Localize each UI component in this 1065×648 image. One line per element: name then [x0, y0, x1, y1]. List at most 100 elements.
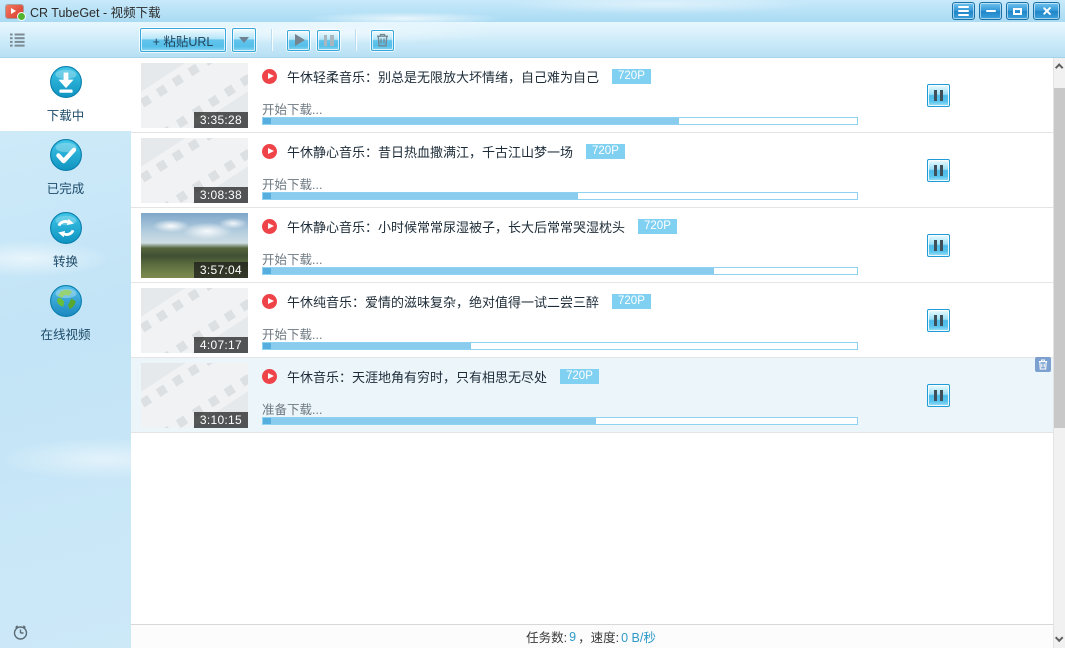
download-info: 午休纯音乐：爱情的滋味复杂，绝对值得一试二尝三醉 720P 开始下载...: [262, 283, 858, 357]
task-list-icon[interactable]: [10, 33, 25, 47]
progress-bar: [262, 267, 858, 275]
video-title: 午休音乐：天涯地角有穷时，只有相思无尽处: [287, 367, 547, 386]
download-row[interactable]: 3:35:28 午休轻柔音乐：别总是无限放大坏情绪，自己难为自己 720P 开始…: [131, 58, 1053, 133]
title-line: 午休静心音乐：小时候常常尿湿被子，长大后常常哭湿枕头 720P: [262, 217, 858, 235]
chevron-down-icon: [239, 37, 249, 43]
video-title: 午休纯音乐：爱情的滋味复杂，绝对值得一试二尝三醉: [287, 292, 599, 311]
duration-badge: 3:57:04: [194, 262, 248, 278]
delete-task-button[interactable]: [1035, 357, 1051, 372]
download-info: 午休音乐：天涯地角有穷时，只有相思无尽处 720P 准备下载...: [262, 358, 858, 432]
sidebar-item-convert[interactable]: 转换: [0, 204, 131, 277]
sidebar-item-label: 已完成: [47, 178, 85, 197]
scroll-up-arrow[interactable]: [1054, 58, 1065, 74]
app-window: CR TubeGet - 视频下载: [0, 0, 1065, 648]
paste-url-button[interactable]: + 粘贴URL: [140, 28, 226, 52]
video-thumbnail: 3:08:38: [141, 138, 248, 203]
pause-button[interactable]: [927, 309, 950, 332]
paste-url-dropdown[interactable]: [232, 28, 256, 52]
window-menu-button[interactable]: [952, 2, 975, 20]
download-status: 准备下载...: [262, 399, 858, 414]
main-panel: 3:35:28 午休轻柔音乐：别总是无限放大坏情绪，自己难为自己 720P 开始…: [131, 58, 1053, 648]
download-row[interactable]: 4:07:17 午休纯音乐：爱情的滋味复杂，绝对值得一试二尝三醉 720P 开始…: [131, 283, 1053, 358]
sidebar-item-label: 在线视频: [40, 324, 90, 343]
tasks-label: 任务数:: [526, 627, 567, 646]
video-thumbnail: 4:07:17: [141, 288, 248, 353]
duration-badge: 3:35:28: [194, 112, 248, 128]
task-count: 9: [569, 630, 576, 644]
toolbar-divider: [355, 29, 356, 51]
maximize-button[interactable]: [1006, 2, 1029, 20]
window-title: CR TubeGet - 视频下载: [30, 2, 161, 21]
trash-icon: [1038, 359, 1048, 370]
progress-fill: [263, 118, 679, 124]
download-circle-icon: [49, 65, 83, 99]
video-thumbnail: 3:35:28: [141, 63, 248, 128]
window-controls: [952, 2, 1060, 20]
download-info: 午休静心音乐：昔日热血撒满江，千古江山梦一场 720P 开始下载...: [262, 133, 858, 207]
sidebar-item-label: 转换: [53, 251, 78, 270]
title-line: 午休音乐：天涯地角有穷时，只有相思无尽处 720P: [262, 367, 858, 385]
video-thumbnail: 3:10:15: [141, 363, 248, 428]
pause-button[interactable]: [927, 384, 950, 407]
progress-fill: [263, 193, 578, 199]
video-title: 午休静心音乐：昔日热血撒满江，千古江山梦一场: [287, 142, 573, 161]
red-play-badge-icon: [262, 369, 277, 384]
pause-button[interactable]: [927, 84, 950, 107]
scroll-down-arrow[interactable]: [1054, 632, 1065, 648]
pause-button[interactable]: [927, 159, 950, 182]
convert-arrows-icon: [49, 211, 83, 245]
minimize-button[interactable]: [979, 2, 1002, 20]
download-row[interactable]: 3:57:04 午休静心音乐：小时候常常尿湿被子，长大后常常哭湿枕头 720P …: [131, 208, 1053, 283]
quality-badge: 720P: [586, 144, 625, 159]
pause-icon: [324, 35, 334, 46]
quality-badge: 720P: [638, 219, 677, 234]
check-circle-icon: [49, 138, 83, 172]
progress-fill: [263, 418, 596, 424]
download-status: 开始下载...: [262, 249, 858, 264]
red-play-badge-icon: [262, 219, 277, 234]
close-button[interactable]: [1033, 2, 1060, 20]
download-status: 开始下载...: [262, 324, 858, 339]
download-row[interactable]: 3:10:15 午休音乐：天涯地角有穷时，只有相思无尽处 720P 准备下载..…: [131, 358, 1053, 433]
progress-fill: [263, 268, 714, 274]
sidebar-item-online-video[interactable]: 在线视频: [0, 277, 131, 350]
maximize-icon: [1013, 8, 1022, 15]
pause-all-button[interactable]: [317, 30, 340, 51]
speed-label: ，速度:: [578, 627, 619, 646]
menu-lines-icon: [958, 6, 969, 8]
alarm-clock-icon[interactable]: [12, 623, 29, 641]
sidebar-item-downloading[interactable]: 下载中: [0, 58, 131, 131]
status-bar: 任务数: 9，速度: 0 B/秒: [131, 624, 1053, 648]
play-icon: [295, 34, 305, 46]
toolbar-divider: [271, 29, 272, 51]
scrollbar[interactable]: [1053, 58, 1065, 648]
video-thumbnail: 3:57:04: [141, 213, 248, 278]
title-bar: CR TubeGet - 视频下载: [0, 0, 1065, 22]
download-list: 3:35:28 午休轻柔音乐：别总是无限放大坏情绪，自己难为自己 720P 开始…: [131, 58, 1053, 624]
minimize-icon: [986, 10, 996, 12]
download-status: 开始下载...: [262, 174, 858, 189]
sidebar-item-label: 下载中: [47, 105, 85, 124]
download-row[interactable]: 3:08:38 午休静心音乐：昔日热血撒满江，千古江山梦一场 720P 开始下载…: [131, 133, 1053, 208]
video-title: 午休轻柔音乐：别总是无限放大坏情绪，自己难为自己: [287, 67, 599, 86]
pause-button[interactable]: [927, 234, 950, 257]
progress-bar: [262, 417, 858, 425]
title-line: 午休轻柔音乐：别总是无限放大坏情绪，自己难为自己 720P: [262, 67, 858, 85]
content-area: 下载中 已完成: [0, 58, 1065, 648]
scrollbar-thumb[interactable]: [1054, 88, 1065, 428]
quality-badge: 720P: [612, 294, 651, 309]
duration-badge: 3:10:15: [194, 412, 248, 428]
toolbar-actions: + 粘贴URL: [140, 22, 394, 58]
start-all-button[interactable]: [287, 30, 310, 51]
delete-all-button[interactable]: [371, 30, 394, 51]
title-line: 午休静心音乐：昔日热血撒满江，千古江山梦一场 720P: [262, 142, 858, 160]
download-info: 午休静心音乐：小时候常常尿湿被子，长大后常常哭湿枕头 720P 开始下载...: [262, 208, 858, 282]
progress-bar: [262, 342, 858, 350]
globe-icon: [49, 284, 83, 318]
video-title: 午休静心音乐：小时候常常尿湿被子，长大后常常哭湿枕头: [287, 217, 625, 236]
sidebar-item-completed[interactable]: 已完成: [0, 131, 131, 204]
red-play-badge-icon: [262, 144, 277, 159]
speed-value: 0 B/秒: [621, 627, 656, 646]
progress-bar: [262, 192, 858, 200]
red-play-badge-icon: [262, 69, 277, 84]
